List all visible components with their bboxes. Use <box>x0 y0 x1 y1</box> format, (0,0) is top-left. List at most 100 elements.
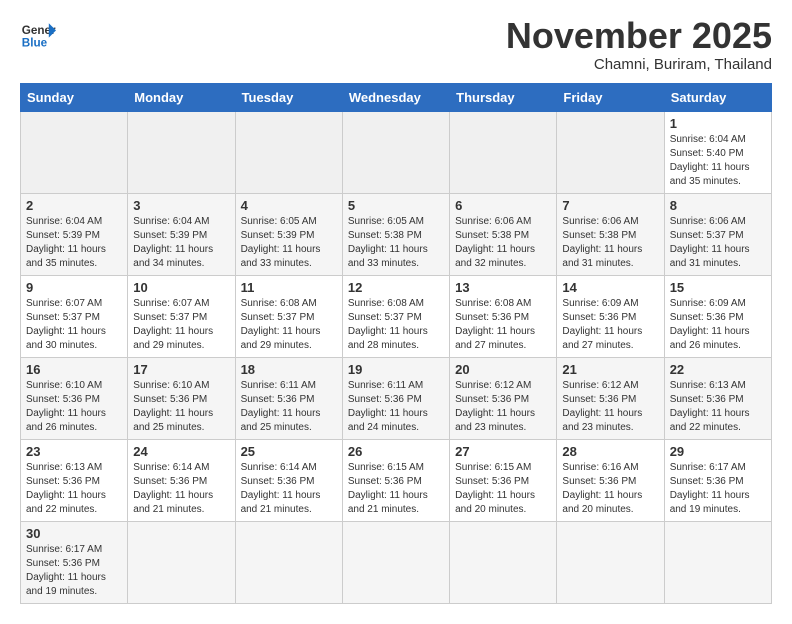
calendar-cell: 28 Sunrise: 6:16 AM Sunset: 5:36 PM Dayli… <box>557 439 664 521</box>
calendar-cell: 20 Sunrise: 6:12 AM Sunset: 5:36 PM Dayli… <box>450 357 557 439</box>
day-info: Sunrise: 6:09 AM Sunset: 5:36 PM Dayligh… <box>670 297 766 353</box>
day-number: 19 <box>348 362 444 377</box>
calendar-cell: 2Sunrise: 6:04 AM Sunset: 5:39 PM Daylig… <box>21 193 128 275</box>
week-row-6: 30Sunrise: 6:17 AM Sunset: 5:36 PM Dayli… <box>21 521 772 603</box>
calendar: SundayMondayTuesdayWednesdayThursdayFrid… <box>20 83 772 604</box>
calendar-cell <box>235 111 342 193</box>
day-number: 7 <box>562 198 658 213</box>
day-info: Sunrise: 6:06 AM Sunset: 5:38 PM Dayligh… <box>455 215 551 271</box>
day-info: Sunrise: 6:12 AM Sunset: 5:36 PM Dayligh… <box>562 379 658 435</box>
logo: General Blue <box>20 16 56 52</box>
header: General Blue November 2025 Chamni, Burir… <box>20 16 772 73</box>
day-number: 10 <box>133 280 229 295</box>
calendar-cell: 10 Sunrise: 6:07 AM Sunset: 5:37 PM Dayli… <box>128 275 235 357</box>
day-number: 6 <box>455 198 551 213</box>
day-info: Sunrise: 6:04 AM Sunset: 5:40 PM Dayligh… <box>670 133 766 189</box>
col-header-thursday: Thursday <box>450 83 557 111</box>
day-number: 14 <box>562 280 658 295</box>
col-header-tuesday: Tuesday <box>235 83 342 111</box>
calendar-cell: 23 Sunrise: 6:13 AM Sunset: 5:36 PM Dayli… <box>21 439 128 521</box>
day-number: 2 <box>26 198 122 213</box>
day-info: Sunrise: 6:13 AM Sunset: 5:36 PM Dayligh… <box>26 461 122 517</box>
day-info: Sunrise: 6:04 AM Sunset: 5:39 PM Dayligh… <box>133 215 229 271</box>
calendar-cell: 8Sunrise: 6:06 AM Sunset: 5:37 PM Daylig… <box>664 193 771 275</box>
calendar-cell: 16 Sunrise: 6:10 AM Sunset: 5:36 PM Dayli… <box>21 357 128 439</box>
day-info: Sunrise: 6:17 AM Sunset: 5:36 PM Dayligh… <box>670 461 766 517</box>
day-info: Sunrise: 6:08 AM Sunset: 5:37 PM Dayligh… <box>348 297 444 353</box>
week-row-1: 1 Sunrise: 6:04 AM Sunset: 5:40 PM Daylig… <box>21 111 772 193</box>
page: General Blue November 2025 Chamni, Burir… <box>0 0 792 624</box>
day-number: 30 <box>26 526 122 541</box>
day-number: 27 <box>455 444 551 459</box>
day-number: 20 <box>455 362 551 377</box>
calendar-cell: 14 Sunrise: 6:09 AM Sunset: 5:36 PM Dayli… <box>557 275 664 357</box>
calendar-cell <box>342 111 449 193</box>
calendar-cell: 25 Sunrise: 6:14 AM Sunset: 5:36 PM Dayli… <box>235 439 342 521</box>
day-info: Sunrise: 6:11 AM Sunset: 5:36 PM Dayligh… <box>241 379 337 435</box>
col-header-saturday: Saturday <box>664 83 771 111</box>
day-number: 16 <box>26 362 122 377</box>
calendar-cell: 29 Sunrise: 6:17 AM Sunset: 5:36 PM Dayli… <box>664 439 771 521</box>
logo-icon: General Blue <box>20 16 56 52</box>
day-number: 13 <box>455 280 551 295</box>
location: Chamni, Buriram, Thailand <box>506 56 772 73</box>
day-info: Sunrise: 6:09 AM Sunset: 5:36 PM Dayligh… <box>562 297 658 353</box>
calendar-header-row: SundayMondayTuesdayWednesdayThursdayFrid… <box>21 83 772 111</box>
day-number: 15 <box>670 280 766 295</box>
calendar-cell: 11Sunrise: 6:08 AM Sunset: 5:37 PM Dayli… <box>235 275 342 357</box>
day-number: 22 <box>670 362 766 377</box>
day-number: 18 <box>241 362 337 377</box>
calendar-cell <box>21 111 128 193</box>
calendar-cell: 7 Sunrise: 6:06 AM Sunset: 5:38 PM Daylig… <box>557 193 664 275</box>
day-info: Sunrise: 6:06 AM Sunset: 5:37 PM Dayligh… <box>670 215 766 271</box>
day-number: 12 <box>348 280 444 295</box>
day-info: Sunrise: 6:10 AM Sunset: 5:36 PM Dayligh… <box>133 379 229 435</box>
calendar-cell: 26Sunrise: 6:15 AM Sunset: 5:36 PM Dayli… <box>342 439 449 521</box>
calendar-cell: 30Sunrise: 6:17 AM Sunset: 5:36 PM Dayli… <box>21 521 128 603</box>
col-header-wednesday: Wednesday <box>342 83 449 111</box>
day-number: 3 <box>133 198 229 213</box>
day-number: 23 <box>26 444 122 459</box>
calendar-cell: 4Sunrise: 6:05 AM Sunset: 5:39 PM Daylig… <box>235 193 342 275</box>
day-info: Sunrise: 6:07 AM Sunset: 5:37 PM Dayligh… <box>26 297 122 353</box>
week-row-4: 16 Sunrise: 6:10 AM Sunset: 5:36 PM Dayli… <box>21 357 772 439</box>
day-info: Sunrise: 6:07 AM Sunset: 5:37 PM Dayligh… <box>133 297 229 353</box>
calendar-cell <box>342 521 449 603</box>
day-number: 11 <box>241 280 337 295</box>
day-number: 25 <box>241 444 337 459</box>
calendar-cell: 19 Sunrise: 6:11 AM Sunset: 5:36 PM Dayli… <box>342 357 449 439</box>
day-number: 28 <box>562 444 658 459</box>
day-number: 1 <box>670 116 766 131</box>
calendar-cell: 6 Sunrise: 6:06 AM Sunset: 5:38 PM Daylig… <box>450 193 557 275</box>
day-info: Sunrise: 6:14 AM Sunset: 5:36 PM Dayligh… <box>241 461 337 517</box>
day-info: Sunrise: 6:05 AM Sunset: 5:38 PM Dayligh… <box>348 215 444 271</box>
calendar-cell: 17 Sunrise: 6:10 AM Sunset: 5:36 PM Dayli… <box>128 357 235 439</box>
day-info: Sunrise: 6:12 AM Sunset: 5:36 PM Dayligh… <box>455 379 551 435</box>
day-number: 9 <box>26 280 122 295</box>
calendar-cell <box>557 111 664 193</box>
calendar-cell <box>557 521 664 603</box>
day-info: Sunrise: 6:11 AM Sunset: 5:36 PM Dayligh… <box>348 379 444 435</box>
col-header-monday: Monday <box>128 83 235 111</box>
calendar-cell <box>664 521 771 603</box>
calendar-cell: 3 Sunrise: 6:04 AM Sunset: 5:39 PM Daylig… <box>128 193 235 275</box>
day-number: 24 <box>133 444 229 459</box>
calendar-cell <box>450 521 557 603</box>
calendar-cell: 9 Sunrise: 6:07 AM Sunset: 5:37 PM Daylig… <box>21 275 128 357</box>
day-number: 29 <box>670 444 766 459</box>
day-info: Sunrise: 6:06 AM Sunset: 5:38 PM Dayligh… <box>562 215 658 271</box>
svg-text:Blue: Blue <box>22 37 48 50</box>
day-info: Sunrise: 6:16 AM Sunset: 5:36 PM Dayligh… <box>562 461 658 517</box>
week-row-3: 9 Sunrise: 6:07 AM Sunset: 5:37 PM Daylig… <box>21 275 772 357</box>
calendar-cell: 15 Sunrise: 6:09 AM Sunset: 5:36 PM Dayli… <box>664 275 771 357</box>
calendar-cell <box>235 521 342 603</box>
calendar-cell: 12 Sunrise: 6:08 AM Sunset: 5:37 PM Dayli… <box>342 275 449 357</box>
day-number: 5 <box>348 198 444 213</box>
calendar-cell <box>128 521 235 603</box>
day-info: Sunrise: 6:15 AM Sunset: 5:36 PM Dayligh… <box>348 461 444 517</box>
day-info: Sunrise: 6:10 AM Sunset: 5:36 PM Dayligh… <box>26 379 122 435</box>
day-number: 17 <box>133 362 229 377</box>
title-block: November 2025 Chamni, Buriram, Thailand <box>506 16 772 73</box>
calendar-cell <box>128 111 235 193</box>
calendar-cell: 5 Sunrise: 6:05 AM Sunset: 5:38 PM Daylig… <box>342 193 449 275</box>
